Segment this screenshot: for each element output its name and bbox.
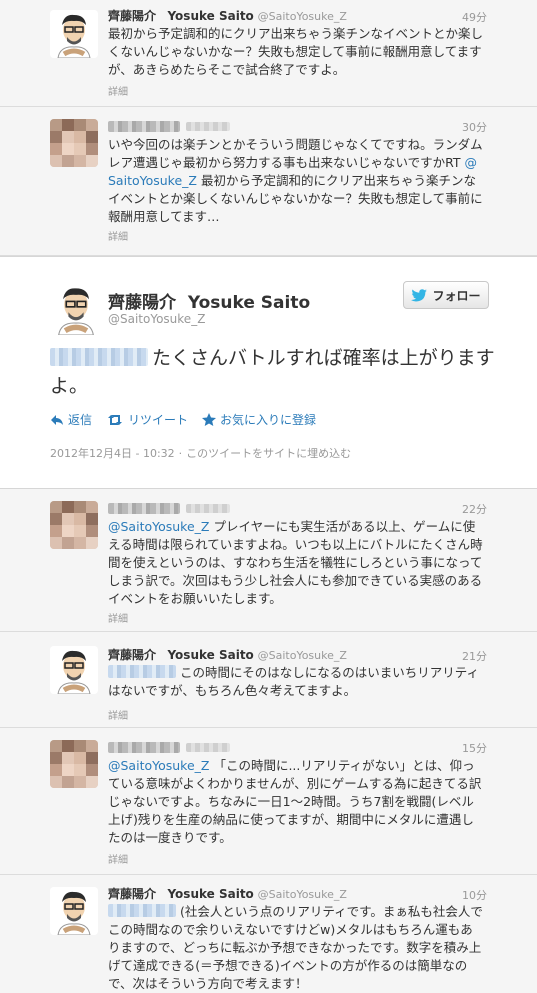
blurred-display-name — [108, 503, 180, 514]
tweet-header: 齊藤陽介 Yosuke Saito @SaitoYosuke_Z — [108, 648, 487, 663]
star-icon — [202, 413, 217, 426]
blurred-display-name — [108, 121, 180, 132]
blurred-screen-name — [186, 743, 230, 752]
blurred-mention — [50, 348, 148, 366]
main-screen-name: @SaitoYosuke_Z — [108, 312, 206, 326]
favorite-label: お気に入りに登録 — [220, 413, 317, 427]
blurred-screen-name — [186, 122, 230, 131]
detail-link[interactable]: 詳細 — [108, 610, 128, 625]
reply-label: 返信 — [68, 413, 93, 427]
detail-link[interactable]: 詳細 — [108, 228, 128, 243]
display-name[interactable]: 齊藤陽介 — [108, 648, 156, 662]
tweet-actions: 返信 リツイート お気に入りに登録 — [50, 411, 316, 428]
screen-name: @SaitoYosuke_Z — [257, 649, 347, 662]
main-tweet-text: たくさんバトルすれば確率は上がりますよ。 — [50, 344, 500, 400]
tweet-text: 最初から予定調和的にクリア出来ちゃう楽チンなイベントとか楽しくないんじゃないかな… — [108, 26, 484, 77]
avatar-blurred[interactable] — [50, 119, 98, 167]
reply-icon — [51, 414, 63, 425]
avatar-blurred[interactable] — [50, 740, 98, 788]
main-display-name[interactable]: 齊藤陽介 Yosuke Saito — [108, 288, 310, 313]
mention-link[interactable]: @SaitoYosuke_Z — [108, 519, 209, 534]
tweet-3[interactable]: 22分 @SaitoYosuke_Z プレイヤーにも実生活がある以上、ゲームに使… — [0, 489, 537, 632]
blurred-display-name — [108, 742, 180, 753]
avatar-saito-large[interactable] — [50, 283, 102, 335]
avatar-blurred[interactable] — [50, 501, 98, 549]
timestamp[interactable]: 10分 — [462, 887, 487, 903]
display-name-en[interactable]: Yosuke Saito — [188, 293, 310, 313]
retweet-label: リツイート — [128, 413, 189, 427]
retweet-button[interactable]: リツイート — [106, 411, 188, 428]
blurred-mention — [108, 904, 176, 917]
follow-button[interactable]: フォロー — [403, 281, 489, 309]
screen-name: @SaitoYosuke_Z — [257, 10, 347, 23]
tweet-1[interactable]: 齊藤陽介 Yosuke Saito @SaitoYosuke_Z 49分 最初か… — [0, 0, 537, 107]
display-name-en[interactable]: Yosuke Saito — [167, 887, 253, 901]
tweet-text: @SaitoYosuke_Z プレイヤーにも実生活がある以上、ゲームに使える時間… — [108, 518, 483, 608]
timestamp[interactable]: 49分 — [462, 9, 487, 25]
tweet-text: いや今回のは楽チンとかそういう問題じゃなくてですね。ランダムレア遭遇じゃ最初から… — [108, 136, 483, 226]
avatar-saito[interactable] — [50, 887, 98, 935]
blurred-mention — [108, 665, 176, 678]
tweet-text-part: (社会人という点のリアリティです。まぁ私も社会人でこの時間なので余りいえないです… — [108, 904, 483, 991]
timestamp[interactable]: 21分 — [462, 648, 487, 664]
screen-name: @SaitoYosuke_Z — [257, 888, 347, 901]
favorite-button[interactable]: お気に入りに登録 — [202, 411, 316, 428]
display-name-en[interactable]: Yosuke Saito — [167, 648, 253, 662]
display-name-en[interactable]: Yosuke Saito — [167, 9, 253, 23]
twitter-bird-icon — [411, 288, 428, 301]
tweet-header — [108, 740, 487, 755]
detail-link[interactable]: 詳細 — [108, 707, 128, 722]
avatar-saito[interactable] — [50, 10, 98, 58]
tweet-text: @SaitoYosuke_Z 「この時間に...リアリティがない」とは、仰ってい… — [108, 757, 483, 847]
embed-link[interactable]: このツイートをサイトに埋め込む — [186, 447, 351, 460]
display-name[interactable]: 齊藤陽介 — [108, 887, 156, 901]
tweet-header — [108, 501, 487, 516]
tweet-2[interactable]: 30分 いや今回のは楽チンとかそういう問題じゃなくてですね。ランダムレア遭遇じゃ… — [0, 107, 537, 256]
tweet-header: 齊藤陽介 Yosuke Saito @SaitoYosuke_Z — [108, 887, 487, 902]
separator: · — [178, 447, 183, 460]
tweet-date[interactable]: 2012年12月4日 - 10:32 — [50, 447, 175, 460]
tweet-4[interactable]: 齊藤陽介 Yosuke Saito @SaitoYosuke_Z 21分 この時… — [0, 632, 537, 728]
timestamp[interactable]: 15分 — [462, 740, 487, 756]
tweet-5[interactable]: 15分 @SaitoYosuke_Z 「この時間に...リアリティがない」とは、… — [0, 728, 537, 875]
timestamp[interactable]: 30分 — [462, 119, 487, 135]
detail-link[interactable]: 詳細 — [108, 83, 128, 98]
tweet-header — [108, 119, 487, 134]
detail-link[interactable]: 詳細 — [108, 851, 128, 866]
tweet-header: 齊藤陽介 Yosuke Saito @SaitoYosuke_Z — [108, 9, 487, 24]
tweet-6[interactable]: 齊藤陽介 Yosuke Saito @SaitoYosuke_Z 10分 (社会… — [0, 875, 537, 993]
avatar-saito[interactable] — [50, 646, 98, 694]
timeline: 齊藤陽介 Yosuke Saito @SaitoYosuke_Z 49分 最初か… — [0, 0, 537, 993]
reply-button[interactable]: 返信 — [50, 411, 92, 428]
tweet-meta: 2012年12月4日 - 10:32 · このツイートをサイトに埋め込む — [50, 445, 351, 461]
follow-label: フォロー — [432, 288, 481, 303]
tweet-text-part: いや今回のは楽チンとかそういう問題じゃなくてですね。ランダムレア遭遇じゃ最初から… — [108, 137, 483, 170]
tweet-text: この時間にそのはなしになるのはいまいちリアリティはないですが、もちろん色々考えて… — [108, 664, 483, 700]
tweet-text: (社会人という点のリアリティです。まぁ私も社会人でこの時間なので余りいえないです… — [108, 903, 483, 993]
blurred-screen-name — [186, 504, 230, 513]
display-name[interactable]: 齊藤陽介 — [108, 293, 176, 313]
timestamp[interactable]: 22分 — [462, 501, 487, 517]
mention-link[interactable]: @SaitoYosuke_Z — [108, 758, 209, 773]
retweet-icon — [108, 414, 123, 425]
display-name[interactable]: 齊藤陽介 — [108, 9, 156, 23]
